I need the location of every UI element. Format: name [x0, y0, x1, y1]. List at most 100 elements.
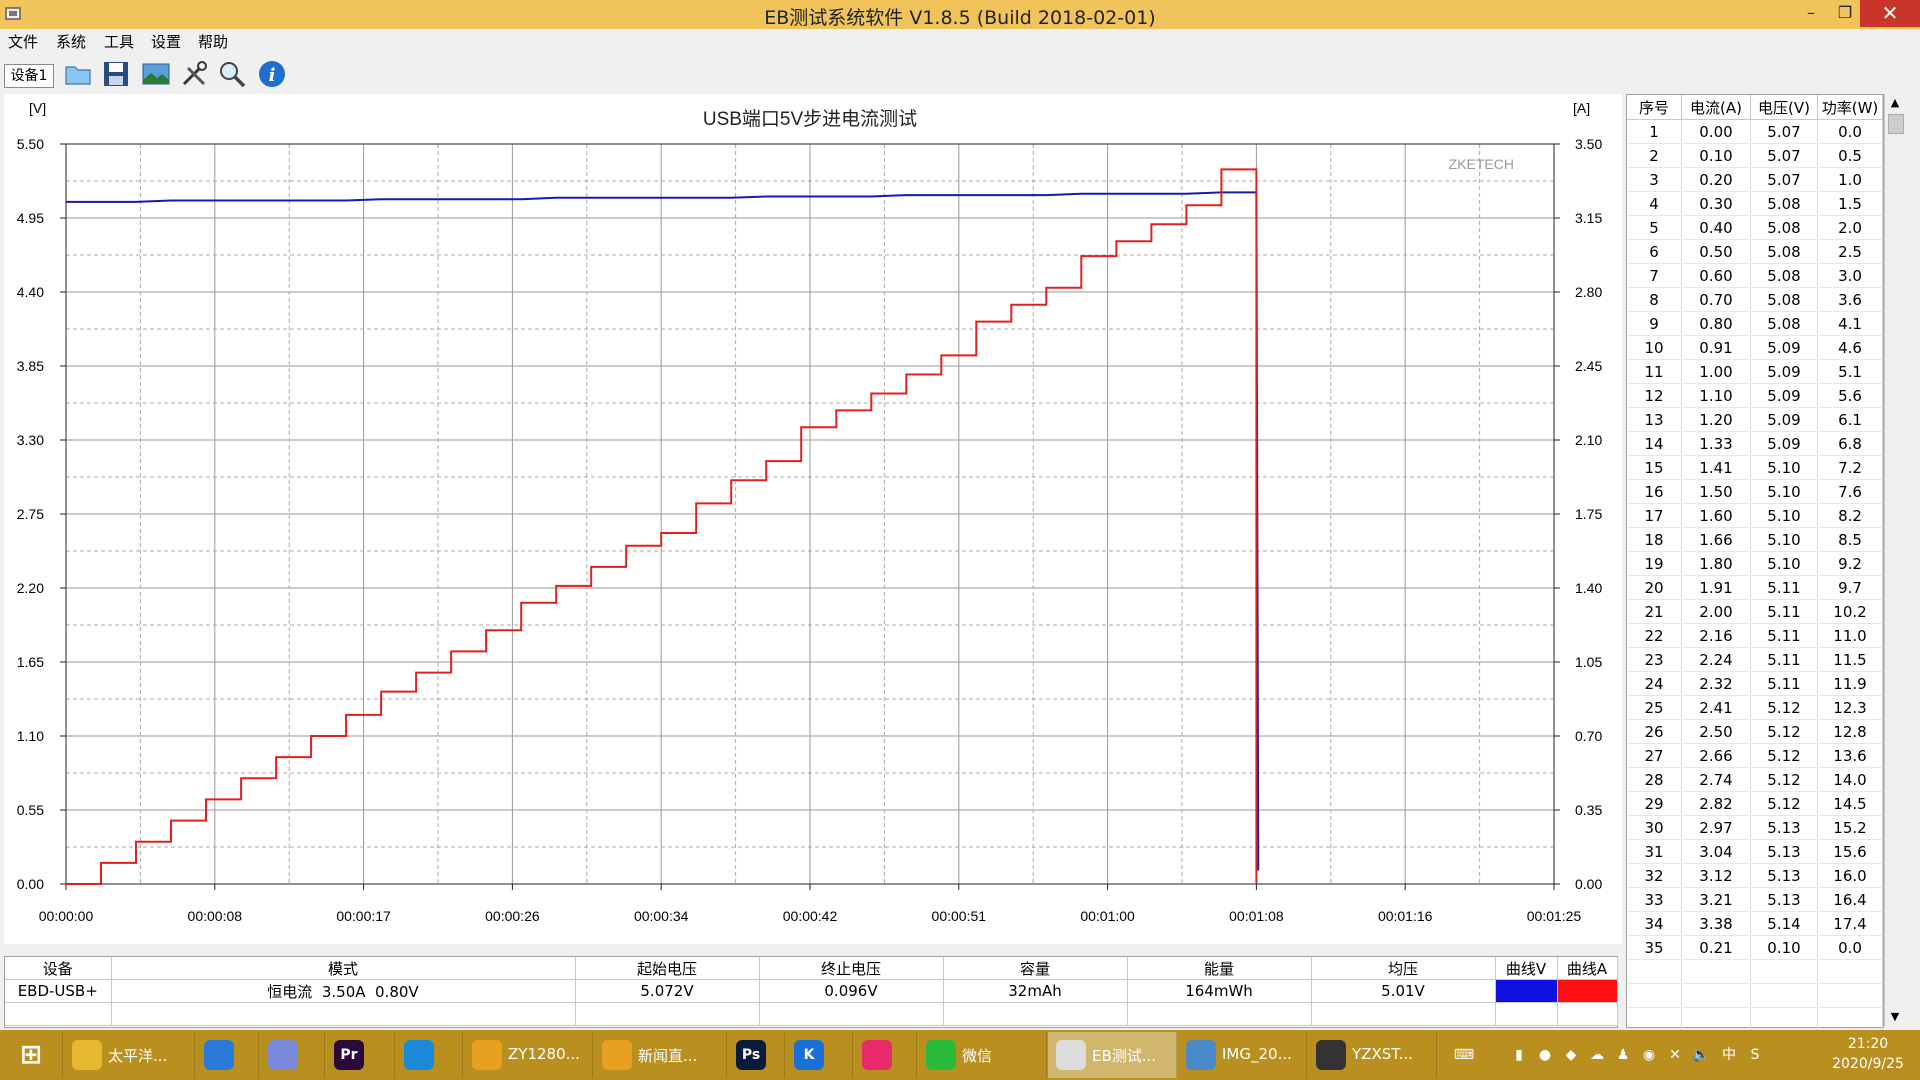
table-row[interactable]: 6 0.50 5.08 2.5	[1627, 239, 1883, 264]
input-method-icon[interactable]: 中	[1720, 1046, 1738, 1064]
taskbar-item[interactable]: Ps	[728, 1032, 785, 1078]
table-row[interactable]: 4 0.30 5.08 1.5	[1627, 191, 1883, 216]
volume-icon[interactable]: 🔈	[1692, 1046, 1710, 1064]
taskbar-item[interactable]: 新闻直...	[594, 1032, 727, 1078]
save-icon[interactable]	[100, 58, 132, 90]
row-index: 10	[1627, 335, 1682, 360]
col-power[interactable]: 功率(W)	[1817, 95, 1883, 120]
summary-row[interactable]: EBD-USB+ 恒电流 3.50A 0.80V 5.072V 0.096V 3…	[5, 979, 1618, 1003]
menu-settings[interactable]: 设置	[151, 31, 181, 52]
premiere-icon: Pr	[334, 1040, 364, 1070]
row-power: 14.0	[1817, 767, 1883, 792]
maximize-button[interactable]: ❐	[1826, 0, 1864, 27]
clock[interactable]: 21:20 2020/9/25	[1820, 1034, 1916, 1074]
table-row[interactable]: 30 2.97 5.13 15.2	[1627, 815, 1883, 840]
table-row[interactable]: 28 2.74 5.12 14.0	[1627, 767, 1883, 792]
table-row[interactable]: 2 0.10 5.07 0.5	[1627, 143, 1883, 168]
taskbar-item[interactable]	[196, 1032, 259, 1078]
wechat-tray-icon[interactable]: ●	[1536, 1046, 1554, 1064]
table-row[interactable]: 1 0.00 5.07 0.0	[1627, 119, 1883, 144]
curve-a-color-swatch[interactable]	[1557, 980, 1617, 1002]
taskbar-item[interactable]: ZY1280...	[464, 1032, 593, 1078]
table-row[interactable]: 16 1.50 5.10 7.6	[1627, 479, 1883, 504]
table-row[interactable]: 15 1.41 5.10 7.2	[1627, 455, 1883, 480]
signal-icon[interactable]: ▮	[1510, 1046, 1528, 1064]
table-row[interactable]: 20 1.91 5.11 9.7	[1627, 575, 1883, 600]
menu-file[interactable]: 文件	[8, 31, 38, 52]
scroll-down-arrow-icon[interactable]: ▼	[1885, 1008, 1905, 1026]
taskbar-item[interactable]	[396, 1032, 463, 1078]
table-row[interactable]: 7 0.60 5.08 3.0	[1627, 263, 1883, 288]
taskbar-item[interactable]: EB测试...	[1048, 1032, 1177, 1078]
table-row[interactable]: 22 2.16 5.11 11.0	[1627, 623, 1883, 648]
table-row[interactable]: 32 3.12 5.13 16.0	[1627, 863, 1883, 888]
table-row[interactable]: 8 0.70 5.08 3.6	[1627, 287, 1883, 312]
taskbar-item[interactable]: 太平洋...	[64, 1032, 195, 1078]
taskbar-item[interactable]	[260, 1032, 325, 1078]
taskbar-item[interactable]	[854, 1032, 917, 1078]
cloud-icon[interactable]: ☁	[1588, 1046, 1606, 1064]
table-row[interactable]: 23 2.24 5.11 11.5	[1627, 647, 1883, 672]
table-row[interactable]: 10 0.91 5.09 4.6	[1627, 335, 1883, 360]
image-icon[interactable]	[140, 58, 172, 90]
keyboard-icon[interactable]: ⌨	[1444, 1046, 1484, 1064]
row-power: 1.5	[1817, 191, 1883, 216]
table-row[interactable]: 11 1.00 5.09 5.1	[1627, 359, 1883, 384]
table-row[interactable]: 24 2.32 5.11 11.9	[1627, 671, 1883, 696]
col-current[interactable]: 电流(A)	[1681, 95, 1751, 120]
sogou-tray-icon[interactable]: S	[1746, 1046, 1764, 1064]
globe-icon[interactable]: ◉	[1640, 1046, 1658, 1064]
taskbar-item[interactable]: YZXST...	[1308, 1032, 1437, 1078]
open-folder-icon[interactable]	[62, 58, 94, 90]
tools-icon[interactable]	[178, 58, 210, 90]
table-row[interactable]: 3 0.20 5.07 1.0	[1627, 167, 1883, 192]
table-row[interactable]: 25 2.41 5.12 12.3	[1627, 695, 1883, 720]
taskbar-item[interactable]: Pr	[326, 1032, 395, 1078]
table-row[interactable]: 14 1.33 5.09 6.8	[1627, 431, 1883, 456]
network-status-icon[interactable]: ✕	[1666, 1046, 1684, 1064]
taskbar-item[interactable]: ⊞	[0, 1032, 63, 1078]
table-scrollbar[interactable]: ▲ ▼	[1884, 94, 1905, 1026]
minimize-button[interactable]: –	[1792, 0, 1830, 27]
row-current: 2.32	[1681, 671, 1751, 696]
table-row[interactable]: 35 0.21 0.10 0.0	[1627, 935, 1883, 960]
menu-tools[interactable]: 工具	[104, 31, 134, 52]
table-row[interactable]: 29 2.82 5.12 14.5	[1627, 791, 1883, 816]
table-row[interactable]: 33 3.21 5.13 16.4	[1627, 887, 1883, 912]
table-row[interactable]: 26 2.50 5.12 12.8	[1627, 719, 1883, 744]
menu-system[interactable]: 系统	[56, 31, 86, 52]
scroll-thumb[interactable]	[1888, 114, 1904, 134]
info-icon[interactable]: i	[256, 58, 288, 90]
table-row[interactable]: 31 3.04 5.13 15.6	[1627, 839, 1883, 864]
col-voltage[interactable]: 电压(V)	[1750, 95, 1818, 120]
qq-icon[interactable]: ♟	[1614, 1046, 1632, 1064]
table-row[interactable]: 18 1.66 5.10 8.5	[1627, 527, 1883, 552]
browser-icon	[404, 1040, 434, 1070]
col-index[interactable]: 序号	[1627, 95, 1682, 120]
data-table[interactable]: 序号 电流(A) 电压(V) 功率(W) 1 0.00 5.07 0.0 2 0.10 5.…	[1626, 94, 1884, 1032]
table-row[interactable]: 21 2.00 5.11 10.2	[1627, 599, 1883, 624]
table-row[interactable]: 34 3.38 5.14 17.4	[1627, 911, 1883, 936]
summary-header-curve-a[interactable]: 曲线A	[1557, 957, 1618, 980]
menu-help[interactable]: 帮助	[198, 31, 228, 52]
curve-v-swatch-cell[interactable]	[1495, 979, 1558, 1003]
taskbar-item[interactable]: K	[786, 1032, 853, 1078]
scroll-up-arrow-icon[interactable]: ▲	[1885, 94, 1905, 112]
table-row[interactable]: 17 1.60 5.10 8.2	[1627, 503, 1883, 528]
table-row[interactable]: 12 1.10 5.09 5.6	[1627, 383, 1883, 408]
table-row[interactable]: 13 1.20 5.09 6.1	[1627, 407, 1883, 432]
taskbar-item[interactable]: IMG_20...	[1178, 1032, 1307, 1078]
device-tab[interactable]: 设备1	[4, 64, 54, 88]
table-row[interactable]: 19 1.80 5.10 9.2	[1627, 551, 1883, 576]
summary-header-curve-v[interactable]: 曲线V	[1495, 957, 1558, 980]
network-icon[interactable]: ◆	[1562, 1046, 1580, 1064]
table-row[interactable]: 9 0.80 5.08 4.1	[1627, 311, 1883, 336]
table-row[interactable]: 27 2.66 5.12 13.6	[1627, 743, 1883, 768]
kugou-icon: K	[794, 1040, 824, 1070]
table-row[interactable]: 5 0.40 5.08 2.0	[1627, 215, 1883, 240]
zoom-icon[interactable]	[216, 58, 248, 90]
curve-a-swatch-cell[interactable]	[1557, 979, 1618, 1003]
close-button[interactable]: ✕	[1860, 0, 1920, 27]
curve-v-color-swatch[interactable]	[1495, 980, 1557, 1002]
taskbar-item[interactable]: 微信	[918, 1032, 1047, 1078]
